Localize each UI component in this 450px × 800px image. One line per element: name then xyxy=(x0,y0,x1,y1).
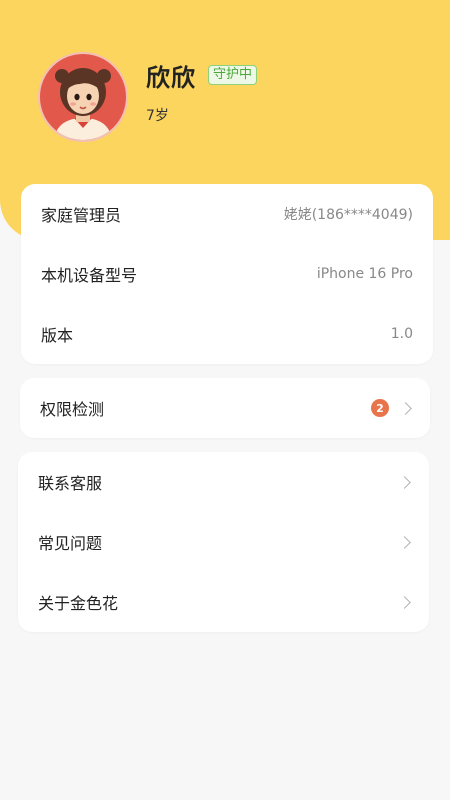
permission-count-badge: 2 xyxy=(371,399,389,417)
chevron-right-icon xyxy=(398,535,411,549)
avatar[interactable] xyxy=(38,52,128,142)
profile-header: 欣欣 守护中 7岁 xyxy=(38,52,258,142)
version-label: 版本 xyxy=(41,326,74,345)
device-info-card: 家庭管理员 姥姥(186****4049) 本机设备型号 iPhone 16 P… xyxy=(21,184,433,364)
status-badge: 守护中 xyxy=(208,65,258,85)
menu-item-customer-service[interactable]: 联系客服 xyxy=(18,452,429,512)
chevron-right-icon xyxy=(399,401,412,415)
menu-card: 联系客服 常见问题 关于金色花 xyxy=(18,452,429,632)
about-label: 关于金色花 xyxy=(38,594,119,613)
version-value: 1.0 xyxy=(390,326,413,342)
chevron-right-icon xyxy=(398,475,411,489)
device-model-value: iPhone 16 Pro xyxy=(316,266,413,282)
chevron-right-icon xyxy=(398,595,411,609)
info-row-admin: 家庭管理员 姥姥(186****4049) xyxy=(21,184,433,244)
profile-info: 欣欣 守护中 7岁 xyxy=(146,58,258,125)
admin-value: 姥姥(186****4049) xyxy=(283,207,413,223)
child-age: 7岁 xyxy=(146,107,169,124)
girl-avatar-icon xyxy=(54,68,112,140)
permission-check-row[interactable]: 权限检测 2 xyxy=(20,378,430,438)
menu-item-about[interactable]: 关于金色花 xyxy=(18,572,429,632)
device-model-label: 本机设备型号 xyxy=(41,266,138,285)
menu-item-faq[interactable]: 常见问题 xyxy=(18,512,429,572)
permission-check-label: 权限检测 xyxy=(40,400,105,419)
admin-label: 家庭管理员 xyxy=(41,206,122,225)
info-row-version: 版本 1.0 xyxy=(21,304,433,364)
permission-check-card[interactable]: 权限检测 2 xyxy=(20,378,430,438)
info-row-device-model: 本机设备型号 iPhone 16 Pro xyxy=(21,244,433,304)
child-name: 欣欣 xyxy=(146,63,196,92)
customer-service-label: 联系客服 xyxy=(38,474,103,493)
faq-label: 常见问题 xyxy=(38,534,103,553)
